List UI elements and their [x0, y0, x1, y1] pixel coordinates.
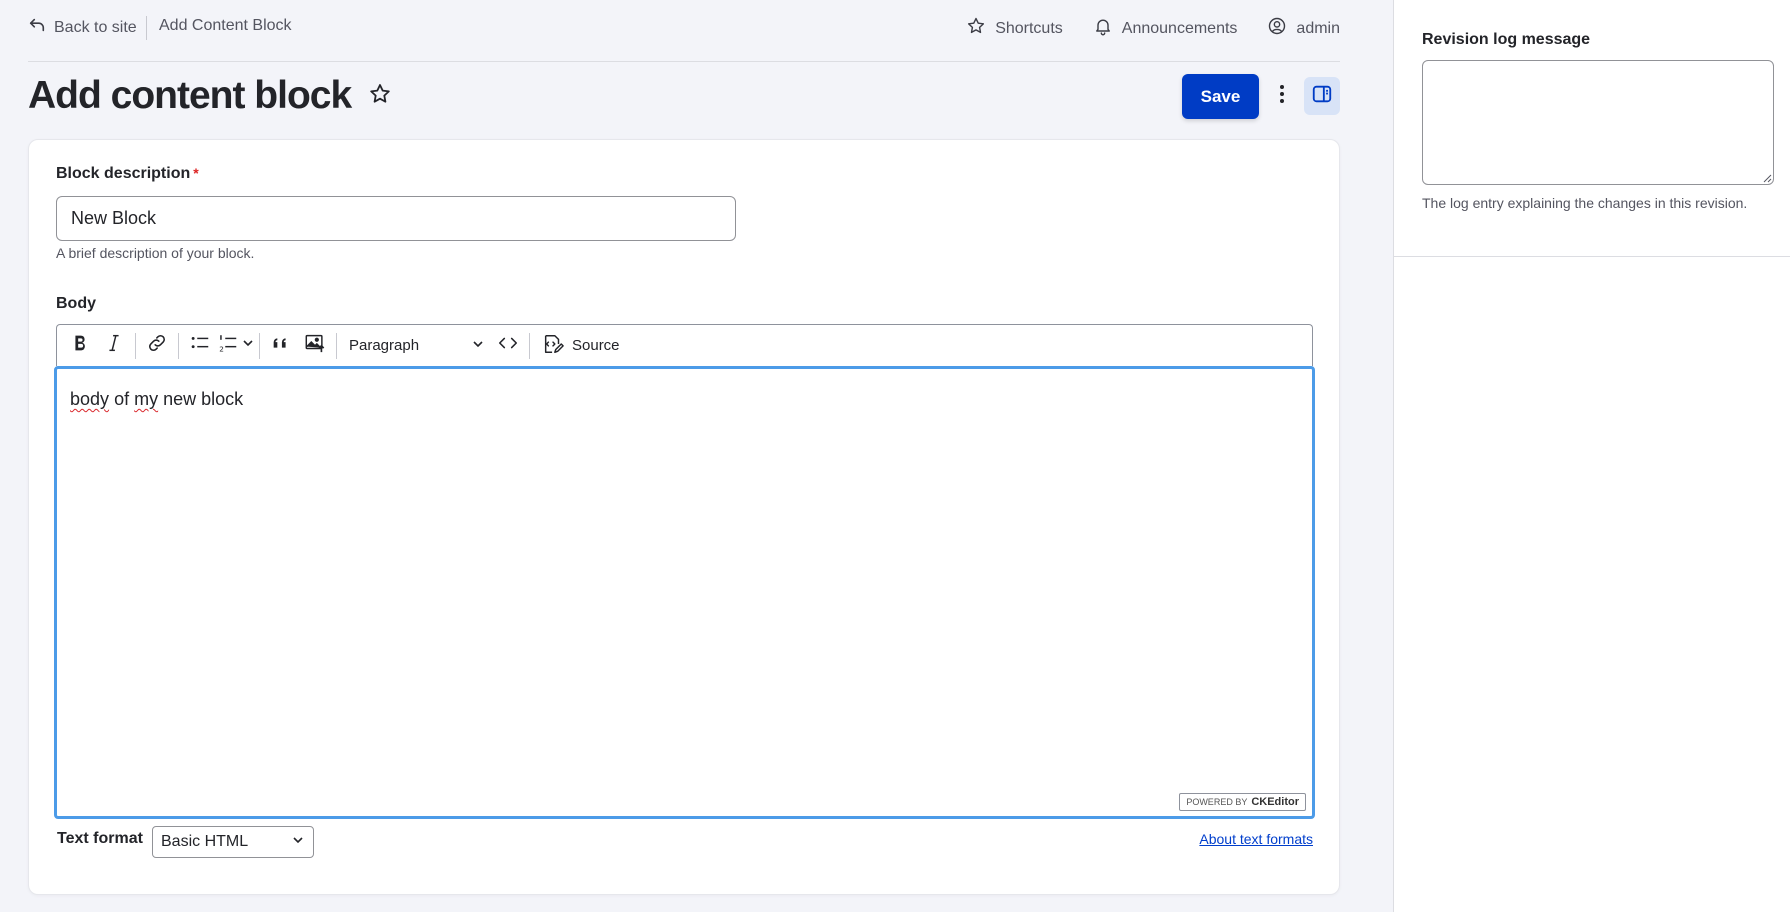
page-title: Add content block	[28, 74, 352, 117]
add-to-shortcuts-button[interactable]	[367, 83, 393, 109]
announcements-button[interactable]: Announcements	[1093, 16, 1238, 41]
code-button[interactable]	[491, 329, 525, 363]
user-menu-button[interactable]: admin	[1267, 16, 1340, 41]
meta-sidebar: Revision log message The log entry expla…	[1393, 0, 1790, 912]
shortcuts-label: Shortcuts	[995, 19, 1063, 37]
revision-log-label: Revision log message	[1422, 31, 1591, 48]
body-word: body	[70, 389, 110, 409]
toolbar-separator	[336, 332, 337, 359]
quote-icon	[270, 332, 292, 359]
body-editor[interactable]: body of my new block POWERED BY CKEditor	[54, 366, 1315, 819]
toolbar-divider	[146, 16, 147, 40]
revision-log-help: The log entry explaining the changes in …	[1422, 195, 1748, 211]
svg-text:2: 2	[219, 344, 224, 353]
chevron-down-icon	[241, 336, 255, 355]
numbered-list-icon: 2	[217, 332, 239, 359]
resize-handle-icon[interactable]	[1762, 173, 1772, 183]
sidebar-panel-icon	[1311, 83, 1333, 110]
ckeditor-brand: CKEditor	[1251, 796, 1299, 808]
toolbar-actions: Shortcuts Announcements admin	[966, 16, 1340, 41]
toolbar-separator	[529, 332, 530, 359]
back-to-site-link[interactable]: Back to site	[28, 16, 137, 39]
chevron-down-icon	[471, 337, 485, 355]
numbered-list-button[interactable]: 2	[217, 329, 255, 363]
body-paragraph: body of my new block	[70, 389, 1299, 410]
bell-icon	[1093, 16, 1113, 41]
text-format-label: Text format	[57, 830, 143, 847]
bulleted-list-button[interactable]	[183, 329, 217, 363]
powered-by-ckeditor-badge[interactable]: POWERED BY CKEditor	[1179, 793, 1306, 811]
bold-icon	[69, 332, 91, 359]
heading-dropdown[interactable]: Paragraph	[341, 329, 491, 363]
user-label: admin	[1296, 19, 1340, 37]
editor-toolbar: 2 Paragraph Source	[56, 324, 1313, 366]
bulleted-list-icon	[189, 332, 211, 359]
toolbar-separator	[178, 332, 179, 359]
block-description-help: A brief description of your block.	[56, 245, 255, 261]
star-icon	[368, 82, 392, 111]
vertical-dots-icon	[1272, 82, 1292, 111]
page-heading: Add content block	[28, 74, 393, 118]
text-format-select[interactable]: Basic HTML	[152, 826, 314, 858]
required-marker: *	[193, 165, 199, 181]
revision-log-textarea[interactable]	[1422, 60, 1774, 185]
code-icon	[497, 332, 519, 359]
back-arrow-icon	[28, 16, 46, 39]
source-editing-icon	[542, 333, 564, 359]
text-format-value: Basic HTML	[161, 833, 249, 850]
announcements-label: Announcements	[1121, 19, 1238, 37]
heading-dropdown-value: Paragraph	[349, 337, 420, 354]
image-upload-icon	[304, 332, 326, 359]
source-label: Source	[572, 337, 620, 354]
revision-section: Revision log message The log entry expla…	[1394, 0, 1790, 257]
toolbar-separator	[259, 332, 260, 359]
block-description-label: Block description *	[56, 165, 199, 183]
sidebar-toggle-button[interactable]	[1304, 77, 1340, 115]
star-icon	[966, 16, 986, 41]
italic-button[interactable]	[97, 329, 131, 363]
block-description-input[interactable]	[56, 196, 736, 241]
insert-image-button[interactable]	[298, 329, 332, 363]
about-text-formats-link[interactable]: About text formats	[1199, 831, 1313, 847]
powered-by-label: POWERED BY	[1186, 797, 1248, 807]
body-word: of	[114, 389, 130, 409]
italic-icon	[103, 332, 125, 359]
bold-button[interactable]	[63, 329, 97, 363]
body-word: my	[134, 389, 159, 409]
body-word: new block	[163, 389, 244, 409]
source-button[interactable]: Source	[534, 329, 628, 363]
top-toolbar-inner: Back to site Add Content Block Shortcuts…	[28, 0, 1340, 62]
block-description-label-text: Block description	[56, 165, 191, 182]
more-actions-button[interactable]	[1270, 80, 1294, 112]
link-button[interactable]	[140, 329, 174, 363]
link-icon	[146, 332, 168, 359]
user-icon	[1267, 16, 1287, 41]
top-toolbar: Back to site Add Content Block Shortcuts…	[0, 0, 1394, 62]
shortcuts-button[interactable]: Shortcuts	[966, 16, 1063, 41]
save-button[interactable]: Save	[1182, 74, 1259, 119]
toolbar-separator	[135, 332, 136, 359]
body-label: Body	[56, 295, 96, 312]
chevron-down-icon	[291, 833, 305, 852]
block-quote-button[interactable]	[264, 329, 298, 363]
breadcrumb: Add Content Block	[159, 17, 292, 34]
back-to-site-label: Back to site	[54, 18, 137, 36]
content-form-card: Block description* A brief description o…	[28, 139, 1340, 895]
